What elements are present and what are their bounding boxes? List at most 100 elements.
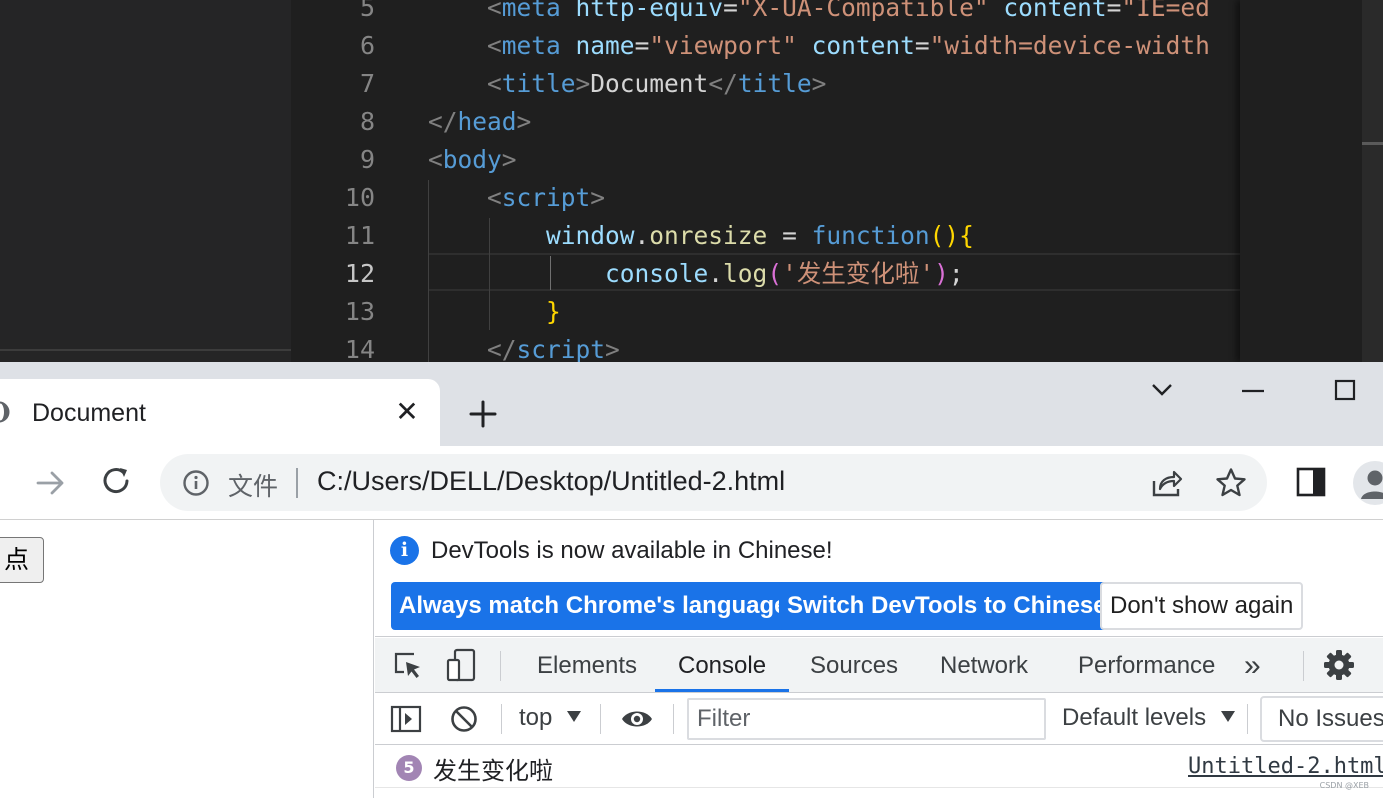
- log-levels-value: Default levels: [1062, 704, 1207, 731]
- editor-side-panel: [0, 0, 291, 362]
- switch-to-chinese-button[interactable]: Switch DevTools to Chinese: [779, 582, 1115, 630]
- browser-tab-document[interactable]: Document ✕: [0, 379, 440, 446]
- code-line[interactable]: </script>: [428, 331, 620, 362]
- inspect-element-icon[interactable]: [392, 650, 424, 682]
- clear-console-icon[interactable]: [449, 704, 479, 734]
- code-token: (: [767, 259, 783, 288]
- tab-sources[interactable]: Sources: [787, 638, 921, 692]
- bookmark-star-icon[interactable]: [1214, 466, 1248, 500]
- code-token: "width=device-width: [929, 31, 1210, 60]
- code-line[interactable]: <script>: [428, 179, 605, 217]
- minimize-icon[interactable]: [1234, 376, 1274, 406]
- code-token: <: [428, 183, 502, 212]
- code-token: .: [708, 259, 724, 288]
- code-token: =: [767, 221, 812, 250]
- line-number: 11: [344, 221, 375, 250]
- maximize-icon[interactable]: [1326, 376, 1366, 406]
- code-token: "X-UA-Compatible": [737, 0, 989, 22]
- dropdown-triangle-icon: [567, 711, 582, 722]
- log-source-link[interactable]: Untitled-2.html: [1188, 754, 1383, 779]
- show-sidebar-icon[interactable]: [390, 704, 422, 734]
- code-token: >: [516, 107, 532, 136]
- code-line[interactable]: <body>: [428, 141, 517, 179]
- reload-icon[interactable]: [100, 464, 134, 498]
- line-number: 8: [359, 107, 375, 136]
- code-line[interactable]: </head>: [428, 103, 531, 141]
- tab-search-chevron-down-icon[interactable]: [1144, 376, 1184, 406]
- url-text[interactable]: C:/Users/DELL/Desktop/Untitled-2.html: [317, 466, 785, 497]
- code-token: .: [634, 221, 650, 250]
- tab-console[interactable]: Console: [655, 638, 790, 692]
- live-expression-eye-icon[interactable]: [620, 706, 654, 732]
- globe-icon: [0, 401, 10, 423]
- toolbar-separator: [1303, 651, 1304, 681]
- code-editor[interactable]: 5 6 7 8 9 10 11 12 13 14 <meta http-equiv="X-UA-C…: [0, 0, 1383, 362]
- more-tabs-chevron-icon[interactable]: »: [1221, 638, 1284, 692]
- code-line[interactable]: <meta name="viewport" content="width=dev…: [428, 27, 1210, 65]
- code-token: </: [708, 69, 738, 98]
- code-token: <: [428, 31, 502, 60]
- code-token: console: [605, 259, 709, 288]
- code-token: "viewport": [649, 31, 797, 60]
- always-match-language-button[interactable]: Always match Chrome's language: [391, 582, 796, 630]
- tab-elements[interactable]: Elements: [514, 638, 660, 692]
- console-log-row: 5 发生变化啦 Untitled-2.html: [375, 746, 1383, 788]
- code-token: >: [605, 335, 620, 362]
- close-tab-icon[interactable]: ✕: [392, 397, 422, 427]
- click-button[interactable]: 点击: [0, 537, 44, 583]
- address-separator: [296, 468, 298, 498]
- file-scheme-chip[interactable]: 文件: [228, 467, 278, 503]
- context-value: top: [519, 704, 553, 731]
- devtools-panel: i DevTools is now available in Chinese! …: [375, 520, 1383, 798]
- code-token: '发生变化啦': [782, 259, 935, 288]
- code-token: log: [723, 259, 768, 288]
- code-token: onresize: [649, 221, 768, 250]
- settings-gear-icon[interactable]: [1323, 649, 1355, 681]
- code-line[interactable]: <meta http-equiv="X-UA-Compatible" conte…: [428, 0, 1210, 27]
- tab-performance[interactable]: Performance: [1055, 638, 1238, 692]
- toolbar-separator: [500, 651, 501, 681]
- code-token: window: [546, 221, 635, 250]
- console-filter-input[interactable]: [687, 698, 1046, 740]
- code-token: meta: [501, 0, 561, 22]
- code-token: meta: [501, 31, 561, 60]
- code-token: </: [428, 335, 517, 362]
- device-toolbar-icon[interactable]: [445, 648, 477, 682]
- dont-show-again-button[interactable]: Don't show again: [1100, 582, 1304, 630]
- code-token: <: [428, 0, 502, 22]
- issues-counter-button[interactable]: No Issues: [1260, 696, 1383, 742]
- browser-tab-strip: Document ✕: [0, 362, 1383, 446]
- code-token: </: [428, 107, 458, 136]
- code-token: http-equiv: [575, 0, 724, 22]
- code-token: =: [914, 31, 930, 60]
- profile-avatar-icon[interactable]: [1353, 461, 1383, 505]
- code-line[interactable]: }: [428, 293, 561, 331]
- code-line[interactable]: console.log('发生变化啦');: [428, 255, 964, 293]
- forward-arrow-icon[interactable]: [34, 466, 68, 500]
- info-icon: i: [390, 536, 419, 565]
- code-token: content: [1003, 0, 1107, 22]
- code-token: title: [501, 69, 576, 98]
- code-area[interactable]: <meta http-equiv="X-UA-Compatible" conte…: [428, 0, 1240, 362]
- code-line[interactable]: window.onresize = function(){: [428, 217, 974, 255]
- address-bar[interactable]: 文件 C:/Users/DELL/Desktop/Untitled-2.html: [160, 454, 1267, 511]
- console-toolbar: top Default levels No Issues: [375, 694, 1383, 745]
- code-token: function: [811, 221, 930, 250]
- share-icon[interactable]: [1150, 467, 1184, 499]
- log-levels-dropdown[interactable]: Default levels: [1062, 704, 1235, 732]
- editor-scrollbar[interactable]: [1362, 0, 1383, 362]
- tab-network[interactable]: Network: [917, 638, 1051, 692]
- minimap[interactable]: [1240, 0, 1362, 362]
- notice-message: DevTools is now available in Chinese!: [431, 537, 833, 564]
- code-line[interactable]: <title>Document</title>: [428, 65, 826, 103]
- new-tab-plus-icon[interactable]: [465, 396, 501, 432]
- code-token: title: [737, 69, 812, 98]
- side-panel-icon[interactable]: [1296, 467, 1326, 497]
- log-message: 发生变化啦: [433, 757, 553, 785]
- context-selector[interactable]: top: [519, 704, 582, 732]
- code-token: ;: [948, 259, 964, 288]
- tab-title: Document: [32, 399, 146, 427]
- site-info-icon[interactable]: [182, 469, 210, 497]
